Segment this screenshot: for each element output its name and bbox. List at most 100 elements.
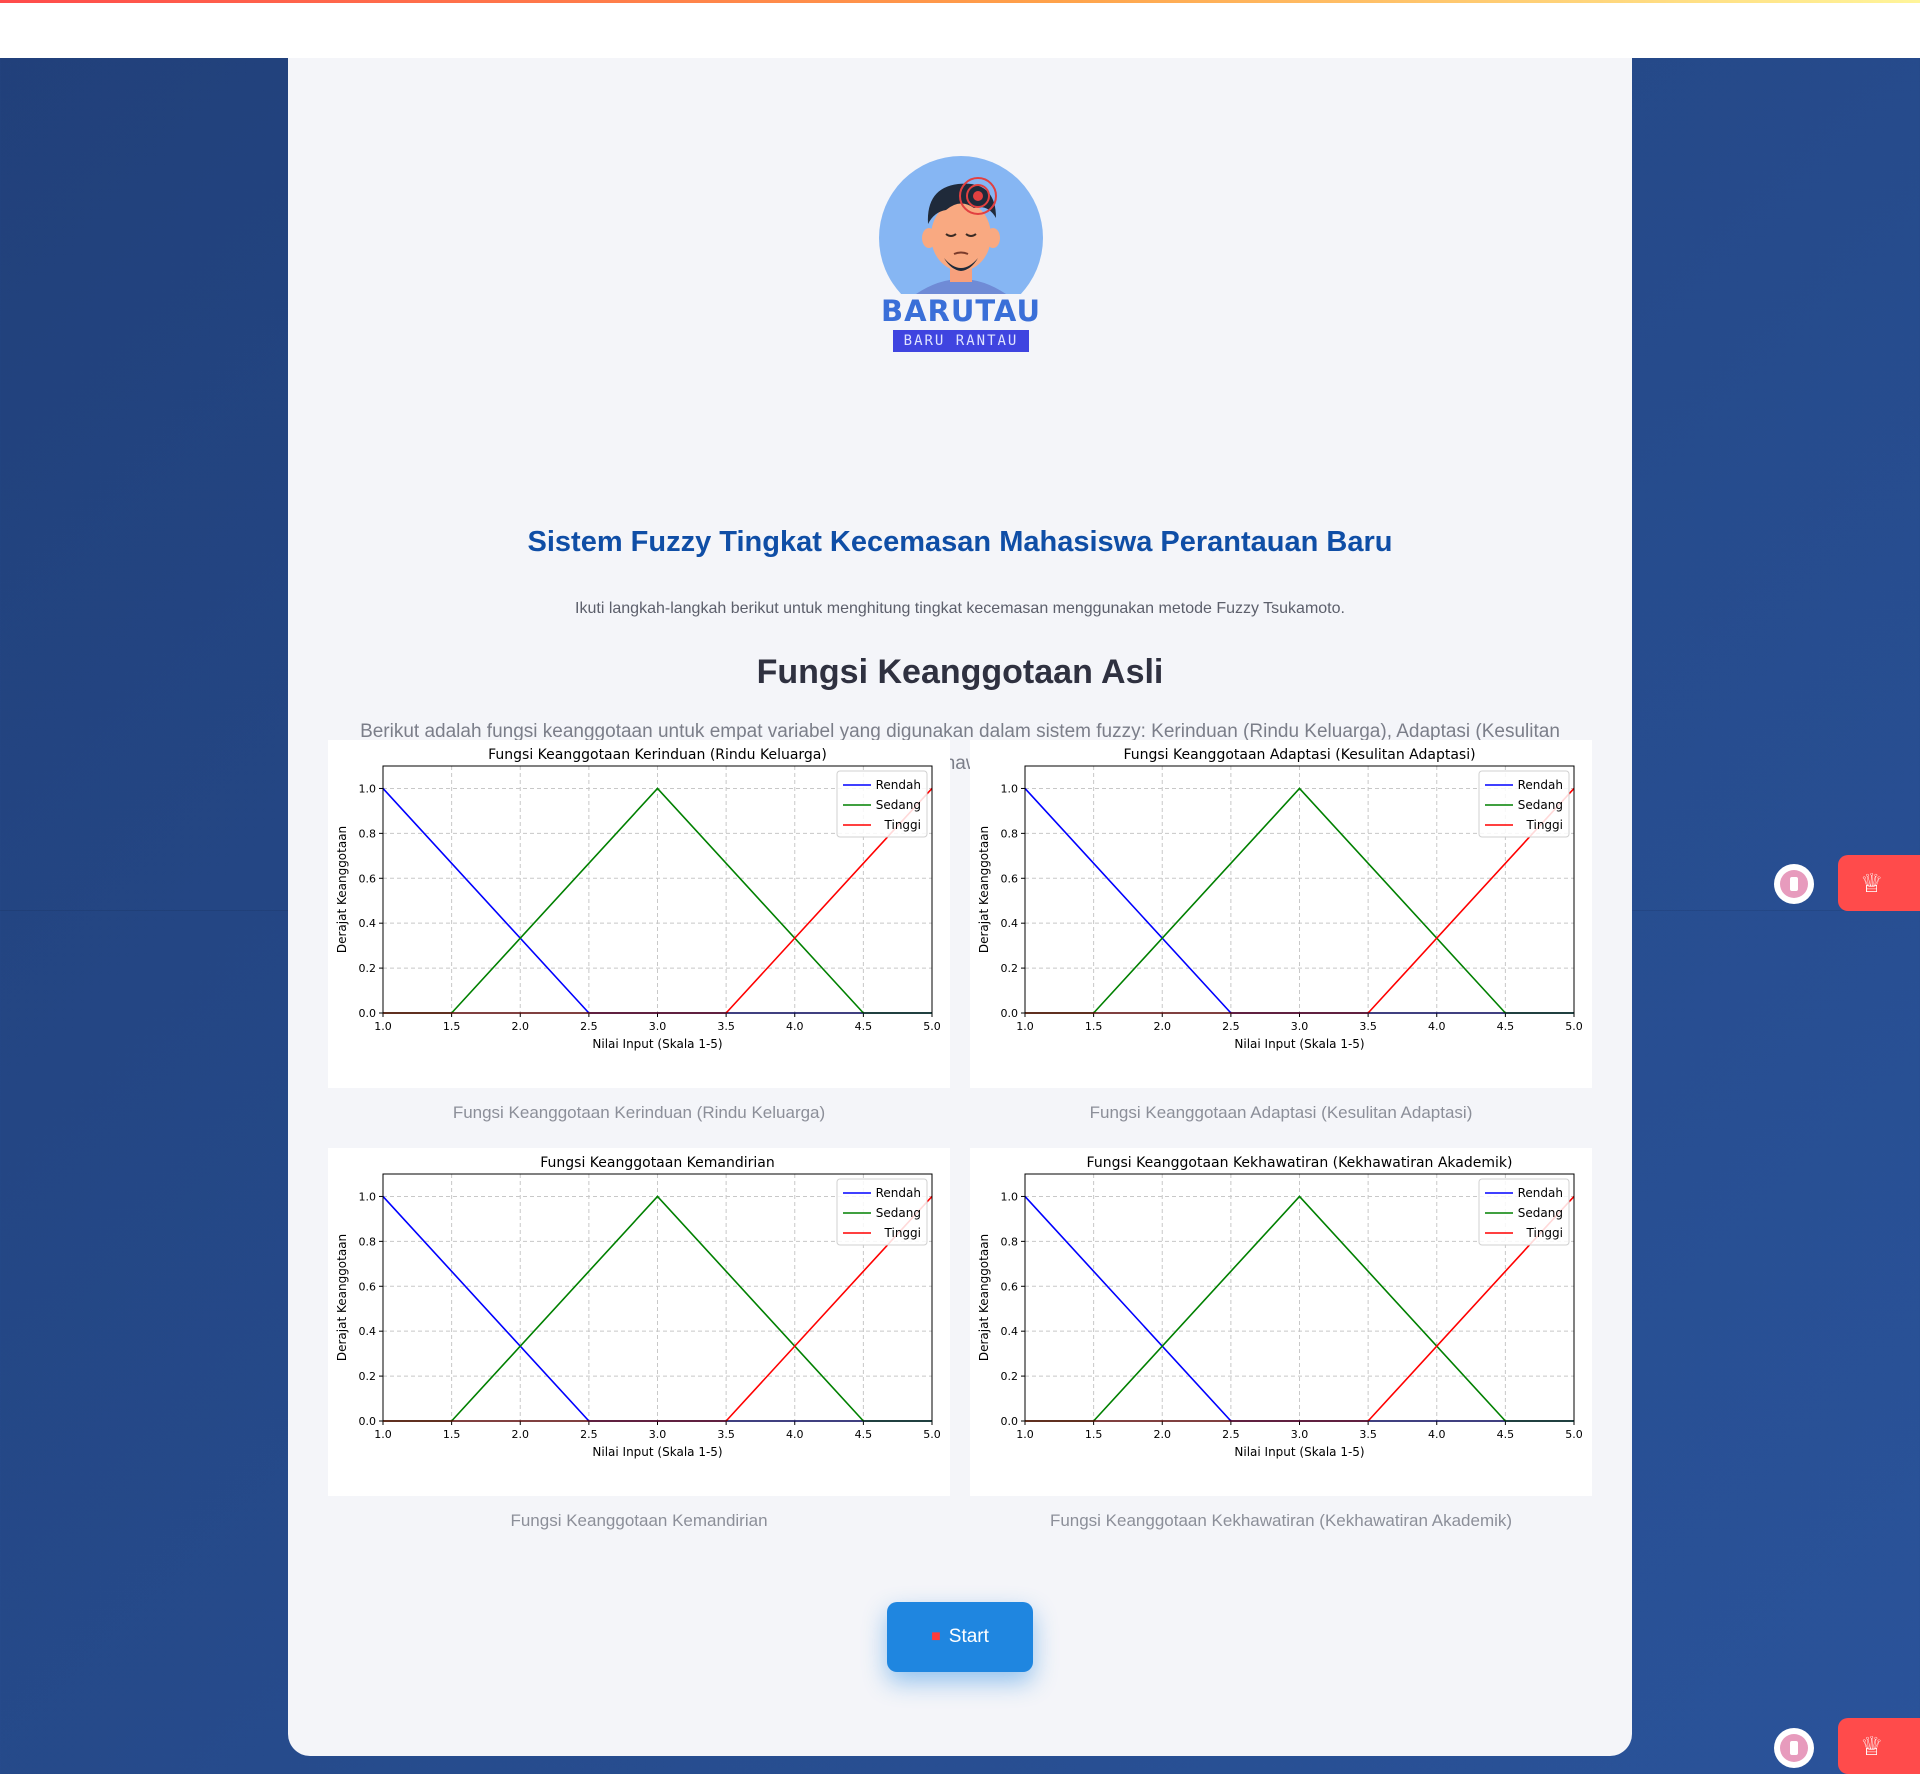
crown-button[interactable]: ♕: [1838, 855, 1920, 911]
x-tick-label: 1.0: [374, 1428, 392, 1441]
legend-label: Sedang: [1518, 1206, 1563, 1220]
x-tick-label: 2.0: [512, 1020, 530, 1033]
user-avatar-button-bottom[interactable]: [1774, 1728, 1814, 1768]
x-tick-label: 5.0: [1565, 1020, 1583, 1033]
x-tick-label: 4.5: [855, 1428, 873, 1441]
x-tick-label: 1.5: [1085, 1428, 1103, 1441]
chart-title: Fungsi Keanggotaan Adaptasi (Kesulitan A…: [1123, 747, 1475, 763]
x-tick-label: 2.5: [1222, 1020, 1240, 1033]
page-title: Sistem Fuzzy Tingkat Kecemasan Mahasiswa…: [527, 526, 1393, 558]
legend-label: Rendah: [876, 778, 921, 792]
legend-label: Sedang: [1518, 798, 1563, 812]
x-tick-label: 3.0: [1291, 1428, 1309, 1441]
car-icon: ■: [931, 1628, 941, 1645]
chart-kekhawatiran-svg: Fungsi Keanggotaan Kekhawatiran (Kekhawa…: [977, 1155, 1583, 1459]
x-tick-label: 3.5: [1359, 1020, 1377, 1033]
y-tick-label: 0.6: [1001, 1280, 1019, 1293]
y-tick-label: 0.6: [359, 1280, 377, 1293]
chart-title: Fungsi Keanggotaan Kerinduan (Rindu Kelu…: [488, 747, 827, 763]
legend-label: Rendah: [1518, 778, 1563, 792]
chart-kekhawatiran: Fungsi Keanggotaan Kekhawatiran (Kekhawa…: [970, 1148, 1592, 1496]
y-axis-label: Derajat Keanggotaan: [977, 1234, 991, 1361]
x-tick-label: 5.0: [923, 1428, 941, 1441]
y-tick-label: 0.4: [1001, 1325, 1019, 1338]
y-tick-label: 1.0: [359, 782, 377, 795]
y-tick-label: 0.2: [1001, 1370, 1019, 1383]
chart-adaptasi: Fungsi Keanggotaan Adaptasi (Kesulitan A…: [970, 740, 1592, 1088]
chart-caption-kerinduan: Fungsi Keanggotaan Kerinduan (Rindu Kelu…: [452, 1103, 826, 1122]
y-tick-label: 1.0: [1001, 782, 1019, 795]
x-tick-label: 2.5: [580, 1020, 598, 1033]
legend-label: Tinggi: [884, 818, 921, 832]
crown-button-bottom[interactable]: ♕: [1838, 1718, 1920, 1774]
x-tick-label: 5.0: [1565, 1428, 1583, 1441]
chart-kerinduan-svg: Fungsi Keanggotaan Kerinduan (Rindu Kelu…: [335, 747, 941, 1051]
x-axis-label: Nilai Input (Skala 1-5): [1234, 1037, 1364, 1051]
main-card: BARUTAU BARU RANTAU Sistem Fuzzy Tingkat…: [288, 58, 1632, 1756]
x-tick-label: 5.0: [923, 1020, 941, 1033]
x-tick-label: 3.5: [717, 1020, 735, 1033]
y-tick-label: 0.0: [1001, 1415, 1019, 1428]
chart-kerinduan: Fungsi Keanggotaan Kerinduan (Rindu Kelu…: [328, 740, 950, 1088]
y-axis-label: Derajat Keanggotaan: [335, 826, 349, 953]
x-tick-label: 1.0: [1016, 1428, 1034, 1441]
x-tick-label: 2.5: [1222, 1428, 1240, 1441]
x-tick-label: 1.5: [443, 1428, 461, 1441]
y-tick-label: 0.4: [359, 1325, 377, 1338]
x-tick-label: 3.0: [1291, 1020, 1309, 1033]
legend-label: Sedang: [876, 1206, 921, 1220]
x-axis-label: Nilai Input (Skala 1-5): [1234, 1445, 1364, 1459]
chart-kemandirian-svg: Fungsi Keanggotaan Kemandirian 1.0 1.5 2.0 2…: [335, 1155, 941, 1459]
x-tick-label: 4.0: [786, 1428, 804, 1441]
x-tick-label: 2.0: [512, 1428, 530, 1441]
top-decoration-bar: [0, 0, 1920, 58]
y-tick-label: 0.0: [359, 1415, 377, 1428]
x-tick-label: 3.5: [1359, 1428, 1377, 1441]
user-avatar-button[interactable]: [1774, 864, 1814, 904]
logo-title: BARUTAU: [880, 294, 1042, 328]
x-tick-label: 3.0: [649, 1020, 667, 1033]
app-logo: BARUTAU BARU RANTAU: [876, 154, 1046, 414]
intro-text: Ikuti langkah-langkah berikut untuk meng…: [575, 600, 1345, 617]
y-tick-label: 0.4: [359, 917, 377, 930]
y-tick-label: 0.8: [1001, 827, 1019, 840]
start-button[interactable]: ■ Start: [887, 1602, 1033, 1672]
y-tick-label: 0.6: [359, 872, 377, 885]
chart-adaptasi-svg: Fungsi Keanggotaan Adaptasi (Kesulitan A…: [977, 747, 1583, 1051]
y-axis-label: Derajat Keanggotaan: [977, 826, 991, 953]
x-tick-label: 4.0: [1428, 1020, 1446, 1033]
x-tick-label: 4.5: [1497, 1020, 1515, 1033]
x-tick-label: 4.0: [1428, 1428, 1446, 1441]
legend-label: Sedang: [876, 798, 921, 812]
legend-label: Rendah: [1518, 1186, 1563, 1200]
legend-label: Tinggi: [1526, 1226, 1563, 1240]
chart-caption-kemandirian: Fungsi Keanggotaan Kemandirian: [510, 1511, 768, 1530]
x-tick-label: 4.0: [786, 1020, 804, 1033]
y-tick-label: 0.2: [359, 1370, 377, 1383]
y-axis-label: Derajat Keanggotaan: [335, 1234, 349, 1361]
x-tick-label: 2.5: [580, 1428, 598, 1441]
y-tick-label: 0.8: [359, 827, 377, 840]
x-tick-label: 3.0: [649, 1428, 667, 1441]
legend-label: Tinggi: [884, 1226, 921, 1240]
user-avatar-icon: [1780, 870, 1808, 898]
x-tick-label: 1.0: [374, 1020, 392, 1033]
x-tick-label: 2.0: [1154, 1428, 1172, 1441]
start-button-label: Start: [948, 1626, 989, 1647]
y-tick-label: 1.0: [1001, 1190, 1019, 1203]
crown-icon: ♕: [1860, 1730, 1884, 1761]
chart-kemandirian: Fungsi Keanggotaan Kemandirian 1.0 1.5 2.0 2…: [328, 1148, 950, 1496]
x-tick-label: 1.5: [443, 1020, 461, 1033]
anxious-student-illustration-icon: [879, 156, 1043, 294]
y-tick-label: 1.0: [359, 1190, 377, 1203]
x-axis-label: Nilai Input (Skala 1-5): [592, 1037, 722, 1051]
crown-icon: ♕: [1860, 867, 1884, 898]
x-tick-label: 4.5: [1497, 1428, 1515, 1441]
x-tick-label: 4.5: [855, 1020, 873, 1033]
y-tick-label: 0.0: [359, 1007, 377, 1020]
legend-label: Tinggi: [1526, 818, 1563, 832]
chart-caption-adaptasi: Fungsi Keanggotaan Adaptasi (Kesulitan A…: [1089, 1103, 1473, 1122]
y-tick-label: 0.8: [359, 1235, 377, 1248]
x-tick-label: 2.0: [1154, 1020, 1172, 1033]
y-tick-label: 0.8: [1001, 1235, 1019, 1248]
